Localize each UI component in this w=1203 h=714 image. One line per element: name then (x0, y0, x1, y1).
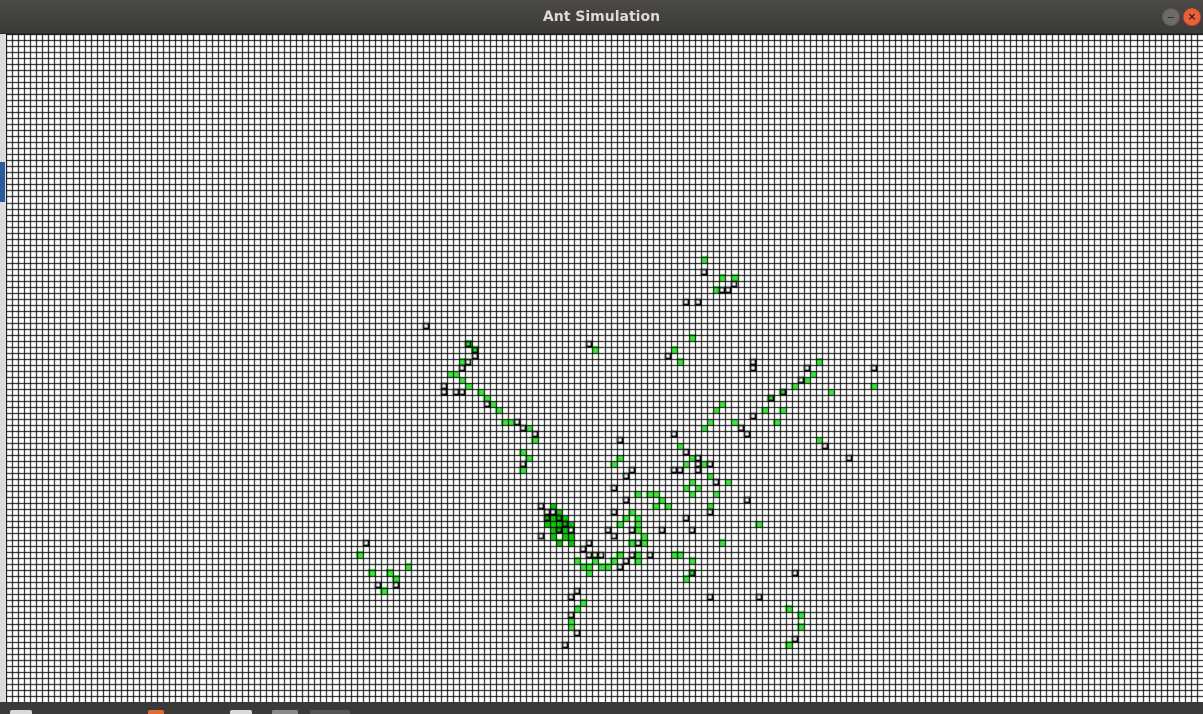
simulation-grid-canvas[interactable] (6, 34, 1203, 702)
close-icon: × (1187, 10, 1197, 23)
background-window-accent (0, 162, 5, 202)
minimize-button[interactable] (1162, 8, 1180, 26)
close-button[interactable]: × (1183, 8, 1201, 26)
taskbar-item[interactable] (272, 710, 298, 714)
window-title: Ant Simulation (542, 9, 661, 25)
taskbar-item[interactable] (10, 710, 32, 714)
desktop-taskbar (0, 702, 1203, 714)
taskbar-item[interactable] (148, 710, 164, 714)
taskbar-item[interactable] (310, 710, 350, 714)
taskbar-item[interactable] (230, 710, 252, 714)
window-titlebar[interactable]: Ant Simulation × (0, 0, 1203, 34)
